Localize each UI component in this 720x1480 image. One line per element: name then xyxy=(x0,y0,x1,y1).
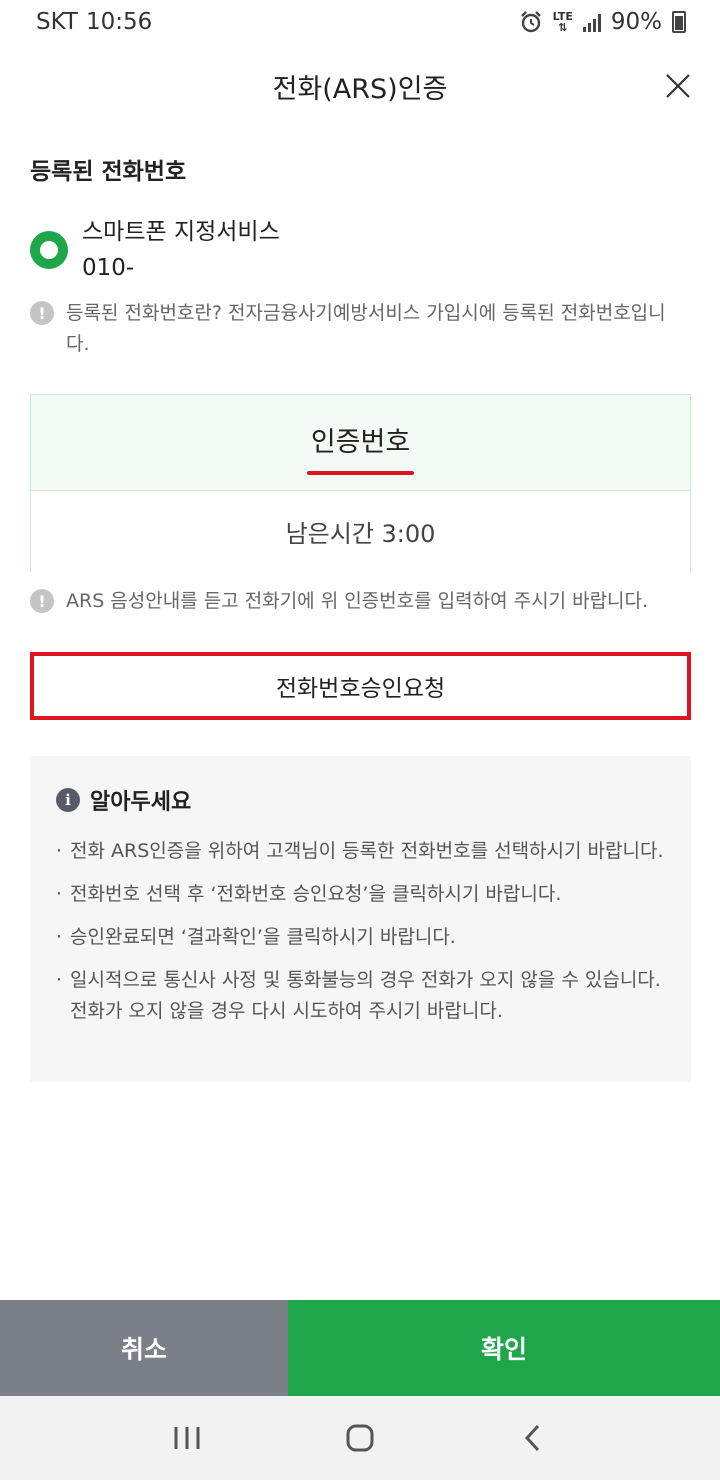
page-header: 전화(ARS)인증 xyxy=(0,56,720,116)
recent-apps-icon[interactable] xyxy=(157,1408,217,1468)
home-icon[interactable] xyxy=(330,1408,390,1468)
auth-code-label: 인증번호 xyxy=(306,420,415,475)
info-icon: i xyxy=(56,788,80,812)
ars-notice: ! ARS 음성안내를 듣고 전화기에 위 인증번호를 입력하여 주시기 바랍니… xyxy=(30,586,710,617)
registered-phone-notice-text: 등록된 전화번호란? 전자금융사기예방서비스 가입시에 등록된 전화번호입니다. xyxy=(66,302,666,355)
cancel-button[interactable]: 취소 xyxy=(0,1300,288,1396)
registered-phone-title: 등록된 전화번호 xyxy=(30,159,187,185)
exclamation-icon: ! xyxy=(30,301,54,325)
confirm-button[interactable]: 확인 xyxy=(288,1300,720,1396)
back-icon[interactable] xyxy=(503,1408,563,1468)
phone-option-text: 스마트폰 지정서비스 010- xyxy=(82,214,280,286)
signal-icon xyxy=(582,12,601,32)
info-header: i 알아두세요 xyxy=(56,784,665,816)
page-title: 전화(ARS)인증 xyxy=(272,73,448,105)
battery-percent: 90% xyxy=(610,9,662,35)
alarm-icon xyxy=(520,11,541,33)
ars-notice-text: ARS 음성안내를 듣고 전화기에 위 인증번호를 입력하여 주시기 바랍니다. xyxy=(66,590,649,612)
info-title: 알아두세요 xyxy=(90,790,192,815)
list-item: 전화 ARS인증을 위하여 고객님이 등록한 전화번호를 선택하시기 바랍니다. xyxy=(56,836,665,867)
status-right: LTE ⇅ 90% xyxy=(519,9,686,35)
info-box: i 알아두세요 전화 ARS인증을 위하여 고객님이 등록한 전화번호를 선택하… xyxy=(30,756,691,1082)
auth-code-area: 인증번호 xyxy=(31,395,690,491)
system-nav-bar xyxy=(0,1396,720,1480)
footer-actions: 취소 확인 xyxy=(0,1300,720,1396)
close-icon[interactable] xyxy=(662,70,694,102)
clock: 10:56 xyxy=(85,9,153,35)
battery-icon xyxy=(672,11,686,33)
phone-approval-request-button[interactable]: 전화번호승인요청 xyxy=(30,652,691,720)
status-bar: SKT 10:56 LTE ⇅ 90% xyxy=(0,0,720,44)
status-left: SKT 10:56 xyxy=(36,9,152,35)
info-list: 전화 ARS인증을 위하여 고객님이 등록한 전화번호를 선택하시기 바랍니다.… xyxy=(56,836,665,1027)
list-item: 일시적으로 통신사 사정 및 통화불능의 경우 전화가 오지 않을 수 있습니다… xyxy=(56,965,665,1027)
phone-option-name: 스마트폰 지정서비스 xyxy=(82,219,280,245)
list-item: 승인완료되면 ‘결과확인’을 클릭하시기 바랍니다. xyxy=(56,922,665,953)
remaining-time: 남은시간 3:00 xyxy=(31,491,690,572)
radio-selected-icon[interactable] xyxy=(30,231,68,269)
registered-phone-notice: ! 등록된 전화번호란? 전자금융사기예방서비스 가입시에 등록된 전화번호입니… xyxy=(30,298,686,360)
carrier-label: SKT xyxy=(36,9,78,35)
exclamation-icon: ! xyxy=(30,589,54,613)
list-item: 전화번호 선택 후 ‘전화번호 승인요청’을 클릭하시기 바랍니다. xyxy=(56,879,665,910)
lte-icon: LTE ⇅ xyxy=(552,10,573,34)
phone-option-smartphone[interactable]: 스마트폰 지정서비스 010- xyxy=(30,214,280,286)
phone-option-number: 010- xyxy=(82,255,135,281)
auth-code-box: 인증번호 남은시간 3:00 xyxy=(30,394,691,572)
